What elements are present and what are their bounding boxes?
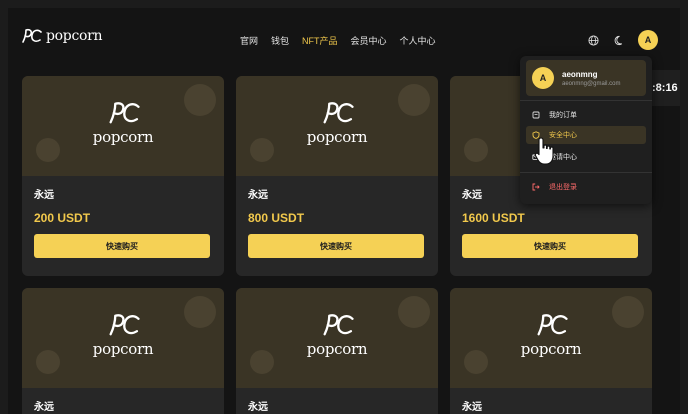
nav-item-personal-center[interactable]: 个人中心 bbox=[400, 34, 436, 47]
divider bbox=[520, 100, 652, 101]
product-term: 永远 bbox=[34, 190, 54, 201]
user-dropdown-menu: A aeonmng aeonmng@gmail.com 我的订单 安全中心 邀请… bbox=[520, 56, 652, 204]
header: popcorn 官网 钱包 NFT产品 会员中心 个人中心 A bbox=[8, 8, 680, 60]
brand-text: popcorn bbox=[520, 340, 582, 358]
brand-mark: popcorn bbox=[236, 100, 438, 146]
popcorn-logo-icon bbox=[537, 314, 568, 336]
brand-mark: popcorn bbox=[236, 312, 438, 358]
product-image: popcorn bbox=[450, 288, 652, 388]
user-info: A aeonmng aeonmng@gmail.com bbox=[526, 60, 646, 96]
product-image: popcorn bbox=[236, 288, 438, 388]
menu-item-logout[interactable]: 退出登录 bbox=[526, 178, 646, 196]
logout-icon bbox=[532, 183, 540, 191]
header-actions: A bbox=[586, 30, 658, 50]
brand-text: popcorn bbox=[92, 128, 154, 146]
menu-item-label: 我的订单 bbox=[549, 112, 577, 119]
product-term: 永远 bbox=[34, 402, 54, 413]
quick-buy-button[interactable]: 快速购买 bbox=[248, 234, 424, 258]
brand-mark: popcorn bbox=[450, 312, 652, 358]
logo-text: popcorn bbox=[46, 28, 103, 44]
hand-cursor-icon bbox=[534, 137, 554, 165]
brand-mark: popcorn bbox=[22, 100, 224, 146]
menu-item-my-orders[interactable]: 我的订单 bbox=[526, 106, 646, 124]
moon-icon[interactable] bbox=[612, 33, 626, 47]
product-card: popcorn 永远 bbox=[22, 288, 224, 414]
nav-item-nft-products[interactable]: NFT产品 bbox=[302, 34, 338, 47]
popcorn-logo-icon bbox=[22, 28, 42, 43]
product-term: 永远 bbox=[462, 402, 482, 413]
product-price: 800 USDT bbox=[248, 211, 305, 225]
product-price: 1600 USDT bbox=[462, 211, 525, 225]
popcorn-logo-icon bbox=[109, 314, 140, 336]
username: aeonmng bbox=[562, 69, 598, 79]
brand-text: popcorn bbox=[92, 340, 154, 358]
time-readout: :8:16 bbox=[652, 70, 680, 106]
product-card: popcorn 永远 bbox=[236, 288, 438, 414]
brand-text: popcorn bbox=[306, 340, 368, 358]
menu-item-label: 退出登录 bbox=[549, 184, 577, 191]
user-avatar-button[interactable]: A bbox=[638, 30, 658, 50]
order-icon bbox=[532, 111, 540, 119]
product-card: popcorn 永远 bbox=[450, 288, 652, 414]
quick-buy-button[interactable]: 快速购买 bbox=[34, 234, 210, 258]
popcorn-logo-icon bbox=[323, 314, 354, 336]
globe-icon[interactable] bbox=[586, 33, 600, 47]
avatar: A bbox=[532, 67, 554, 89]
product-image: popcorn bbox=[22, 288, 224, 388]
main-nav: 官网 钱包 NFT产品 会员中心 个人中心 bbox=[240, 34, 436, 47]
product-card: popcorn 永远 200 USDT 快速购买 bbox=[22, 76, 224, 276]
brand-text: popcorn bbox=[306, 128, 368, 146]
app-window: popcorn 官网 钱包 NFT产品 会员中心 个人中心 A popcorn … bbox=[8, 8, 680, 414]
user-email: aeonmng@gmail.com bbox=[562, 80, 621, 87]
nav-item-wallet[interactable]: 钱包 bbox=[271, 34, 289, 47]
popcorn-logo-icon bbox=[323, 102, 354, 124]
logo[interactable]: popcorn bbox=[20, 28, 103, 44]
product-image: popcorn bbox=[22, 76, 224, 176]
popcorn-logo-icon bbox=[109, 102, 140, 124]
product-term: 永远 bbox=[248, 402, 268, 413]
product-term: 永远 bbox=[248, 190, 268, 201]
product-price: 200 USDT bbox=[34, 211, 91, 225]
product-card: popcorn 永远 800 USDT 快速购买 bbox=[236, 76, 438, 276]
product-image: popcorn bbox=[236, 76, 438, 176]
nav-item-member-center[interactable]: 会员中心 bbox=[351, 34, 387, 47]
quick-buy-button[interactable]: 快速购买 bbox=[462, 234, 638, 258]
divider bbox=[520, 172, 652, 173]
nav-item-official[interactable]: 官网 bbox=[240, 34, 258, 47]
brand-mark: popcorn bbox=[22, 312, 224, 358]
